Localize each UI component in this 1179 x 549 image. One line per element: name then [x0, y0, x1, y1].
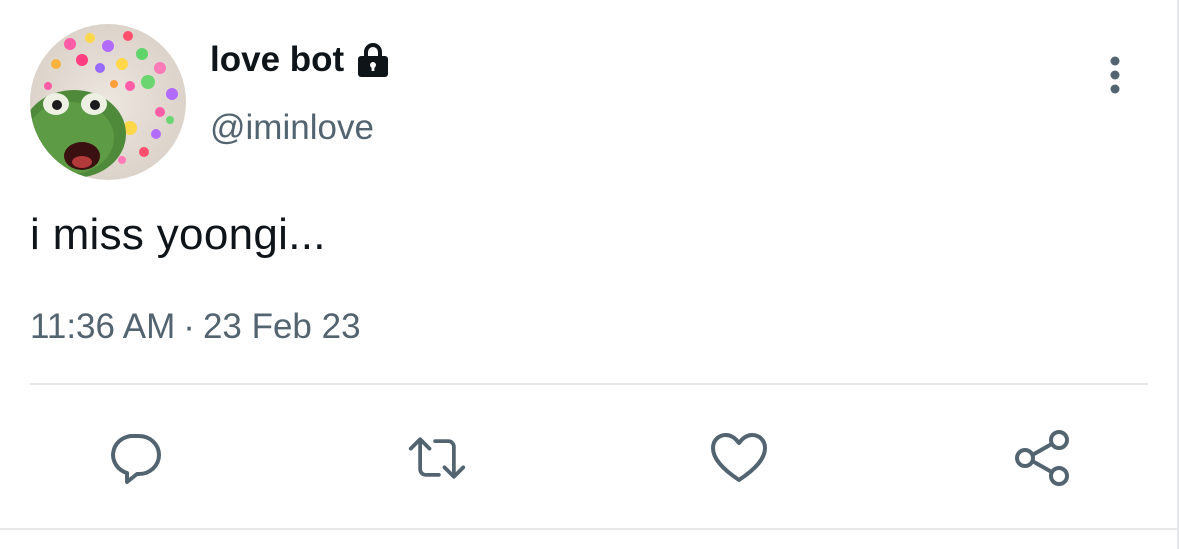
share-button[interactable]	[1013, 428, 1073, 488]
reply-button[interactable]	[105, 428, 165, 488]
tweet-timestamp[interactable]: 11:36 AM · 23 Feb 23	[30, 307, 361, 347]
like-button[interactable]	[709, 428, 769, 488]
tweet-text: i miss yoongi...	[30, 210, 326, 259]
tweet-date: 23 Feb 23	[202, 307, 361, 346]
more-vertical-icon[interactable]	[1100, 54, 1130, 96]
meta-separator: ·	[183, 307, 195, 346]
display-name-text: love bot	[210, 40, 345, 79]
avatar-image	[30, 24, 186, 180]
avatar[interactable]	[30, 24, 186, 180]
retweet-button[interactable]	[407, 428, 467, 488]
user-handle[interactable]: @iminlove	[210, 108, 374, 148]
divider	[30, 383, 1148, 385]
bottom-border	[0, 528, 1179, 530]
display-name[interactable]: love bot	[210, 40, 392, 80]
heart-icon	[711, 433, 767, 482]
retweet-icon	[408, 437, 466, 479]
lock-icon	[354, 41, 392, 79]
tweet-time: 11:36 AM	[30, 307, 176, 346]
reply-icon	[111, 434, 161, 484]
share-icon	[1015, 430, 1069, 486]
